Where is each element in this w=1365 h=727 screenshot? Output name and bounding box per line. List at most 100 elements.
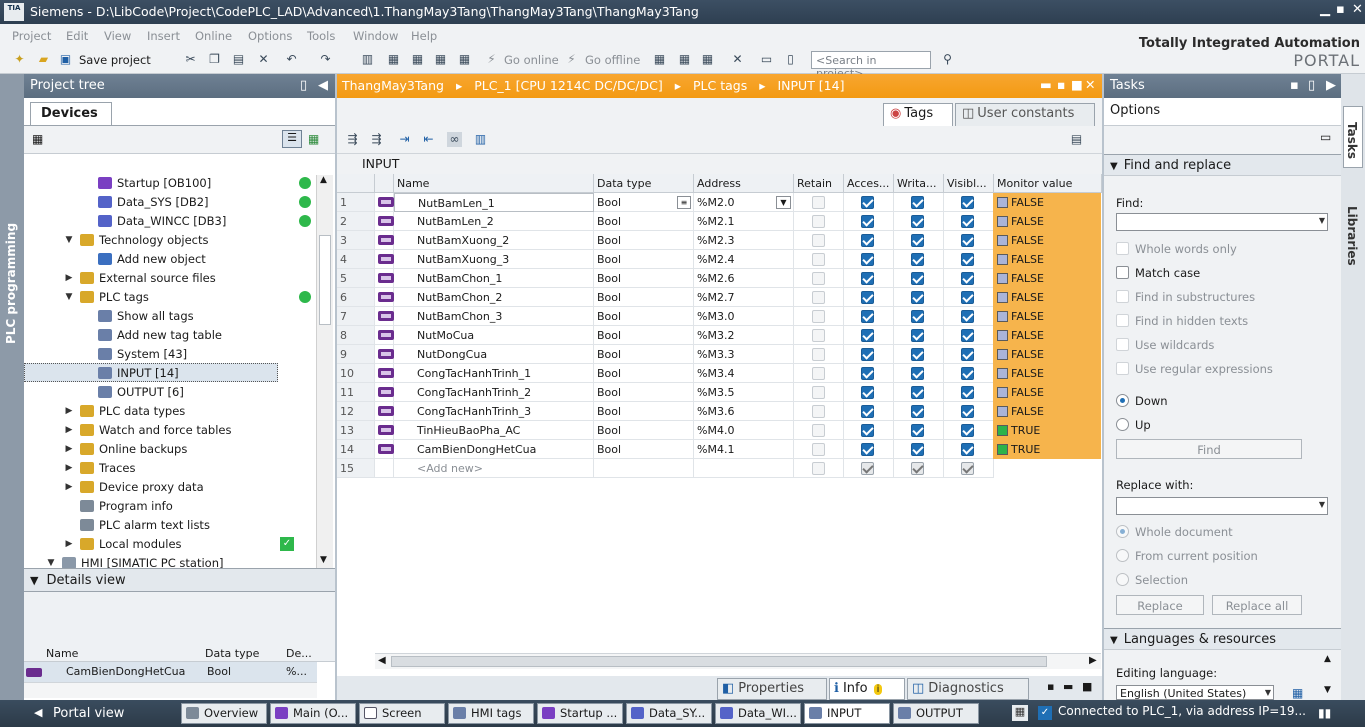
taskbar-data-sys[interactable]: Data_SY... [626,703,712,724]
col-data-type[interactable]: Data type [594,174,694,193]
export-icon[interactable]: ⇥ [397,132,412,147]
col-writable[interactable]: Writa... [894,174,944,193]
collapse-arrow-icon[interactable]: ▼ [1110,635,1118,646]
scroll-left-icon[interactable]: ◀ [378,655,386,666]
accessible-checkbox[interactable] [861,272,874,285]
breadcrumb-plc[interactable]: PLC_1 [CPU 1214C DC/DC/DC] [474,78,663,93]
visible-checkbox[interactable] [961,272,974,285]
tree-item-add-new-object[interactable]: Add new object [98,250,206,269]
cross-reference-icon[interactable]: ✕ [730,52,745,67]
tree-item-local-modules[interactable]: ▶ Local modules [64,535,182,554]
tasks-scroll-up-icon[interactable]: ▲ [1324,654,1331,664]
tab-tags[interactable]: ◉ Tags [883,103,953,126]
menu-window[interactable]: Window [353,29,398,43]
visible-checkbox[interactable] [961,329,974,342]
tag-name-cell[interactable]: NutBamChon_1 [394,269,594,288]
split-editor-icon[interactable]: ▥ [360,52,375,67]
add-row-icon[interactable]: ⇶ [369,132,384,147]
accessible-checkbox[interactable] [861,424,874,437]
menu-edit[interactable]: Edit [66,29,88,43]
visible-checkbox[interactable] [961,386,974,399]
tree-item-online-backups[interactable]: ▶ Online backups [64,440,188,459]
menu-help[interactable]: Help [411,29,437,43]
retain-checkbox[interactable] [812,291,825,304]
hscroll-thumb[interactable] [391,656,1047,667]
tag-name-cell[interactable]: NutDongCua [394,345,594,364]
retain-checkbox[interactable] [812,424,825,437]
accessible-checkbox[interactable] [861,196,874,209]
taskbar-layout-icon[interactable]: ▦ [1012,705,1028,721]
col-address[interactable]: Address [694,174,794,193]
expanded-arrow-icon[interactable]: ▼ [64,231,74,250]
col-visible[interactable]: Visibl... [944,174,994,193]
address-cell[interactable]: %M2.3 [694,231,794,250]
retain-checkbox[interactable] [812,253,825,266]
collapsed-arrow-icon[interactable]: ▶ [64,478,74,497]
inspector-maximize-icon[interactable]: ■ [1082,680,1092,693]
writable-checkbox[interactable] [911,386,924,399]
taskbar-main[interactable]: Main (O... [270,703,356,724]
address-cell[interactable]: %M4.1 [694,440,794,459]
go-online-button[interactable]: Go online [504,53,559,67]
retain-checkbox[interactable] [812,310,825,323]
tree-item-system-tags[interactable]: System [43] [98,345,187,364]
breadcrumb-plc-tags[interactable]: PLC tags [693,78,747,93]
col-accessible[interactable]: Acces... [844,174,894,193]
data-type-cell[interactable]: Bool [594,364,694,383]
visible-checkbox[interactable] [961,253,974,266]
editor-hscroll[interactable]: ◀ ▶ [375,653,1101,669]
writable-checkbox[interactable] [911,310,924,323]
breadcrumb-project[interactable]: ThangMay3Tang [342,78,444,93]
visible-checkbox[interactable] [961,234,974,247]
address-cell[interactable]: %M2.4 [694,250,794,269]
tree-item-output-tags[interactable]: OUTPUT [6] [98,383,184,402]
tag-name-cell[interactable]: NutBamChon_3 [394,307,594,326]
tag-row[interactable]: 3 NutBamXuong_2 Bool %M2.3 FALSE [337,231,1102,250]
address-cell[interactable]: %M2.1 [694,212,794,231]
visible-checkbox[interactable] [961,405,974,418]
collapse-arrow-icon[interactable]: ▼ [1110,161,1118,172]
address-cell[interactable]: %M4.0 [694,421,794,440]
find-replace-section[interactable]: ▼ Find and replace [1104,154,1341,176]
retain-checkbox[interactable] [812,367,825,380]
whole-words-checkbox[interactable] [1116,242,1129,255]
devices-tab[interactable]: Devices [30,102,112,126]
tag-row[interactable]: 8 NutMoCua Bool %M3.2 FALSE [337,326,1102,345]
minimize-icon[interactable]: ▁ [1320,2,1330,17]
editor-close-icon[interactable]: ✕ [1085,77,1095,92]
accessible-checkbox[interactable] [861,405,874,418]
keep-values-icon[interactable]: ▥ [473,132,488,147]
accessible-checkbox[interactable] [861,253,874,266]
tag-name-cell[interactable]: NutBamXuong_3 [394,250,594,269]
retain-checkbox[interactable] [812,196,825,209]
import-icon[interactable]: ⇤ [421,132,436,147]
add-new-row[interactable]: 15 <Add new> [337,459,1102,478]
data-type-cell[interactable]: Bool [594,383,694,402]
find-button[interactable]: Find [1116,439,1302,459]
cut-icon[interactable]: ✂ [183,52,198,67]
list-view-icon[interactable]: ☰ [282,130,302,148]
tag-row[interactable]: 7 NutBamChon_3 Bool %M3.0 FALSE [337,307,1102,326]
inspector-minimize-icon[interactable]: ▬ [1063,680,1073,693]
visible-checkbox[interactable] [961,196,974,209]
redo-icon[interactable]: ↷ [318,52,333,67]
menu-online[interactable]: Online [195,29,232,43]
stop-cpu-icon[interactable]: ▦ [700,52,715,67]
upload-icon[interactable]: ▦ [433,52,448,67]
rail-libraries-label[interactable]: Libraries [1345,206,1359,266]
tree-item-alarm-text[interactable]: PLC alarm text lists [80,516,210,535]
tasks-pin-icon[interactable]: ▯ [1308,78,1315,93]
rail-tasks-label[interactable]: Tasks [1345,122,1359,159]
expanded-arrow-icon[interactable]: ▼ [64,288,74,307]
regex-checkbox[interactable] [1116,362,1129,375]
writable-checkbox[interactable] [911,291,924,304]
tree-item-traces[interactable]: ▶ Traces [64,459,136,478]
close-icon[interactable]: ✕ [1352,2,1363,17]
wildcards-checkbox[interactable] [1116,338,1129,351]
scope-whole-radio[interactable] [1116,525,1129,538]
scroll-up-icon[interactable]: ▲ [320,175,327,185]
tasks-float-icon[interactable]: ▪ [1290,78,1299,93]
address-cell[interactable]: %M3.4 [694,364,794,383]
tag-name-cell[interactable]: NutBamChon_2 [394,288,594,307]
col-monitor-value[interactable]: Monitor value [994,174,1102,193]
